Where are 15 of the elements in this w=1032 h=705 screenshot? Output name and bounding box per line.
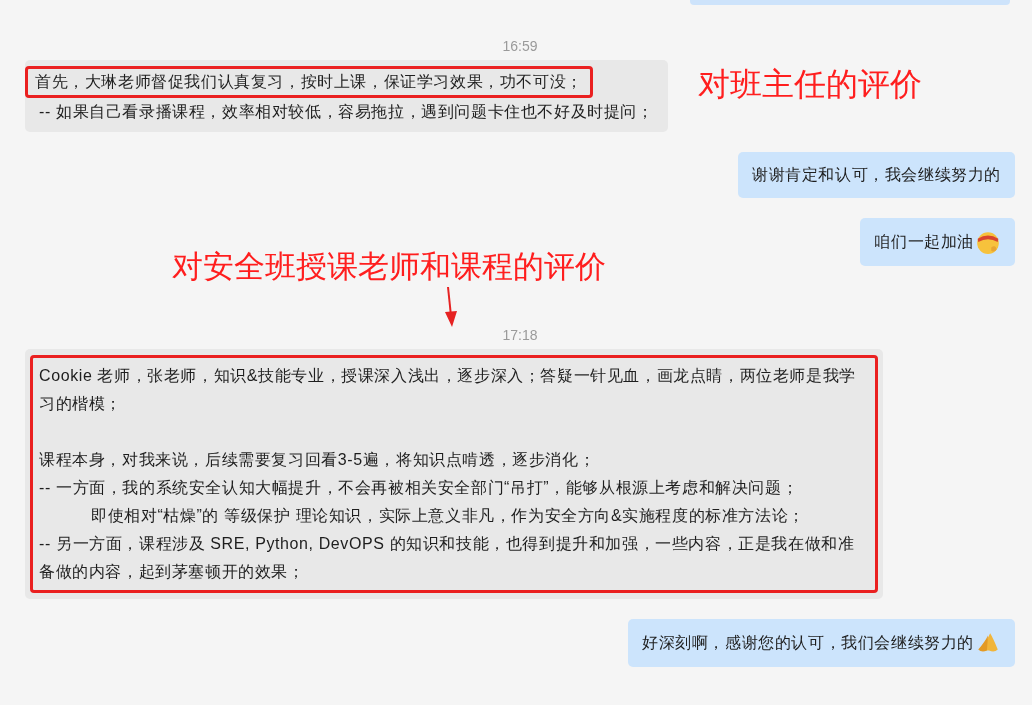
annotation-text: 对安全班授课老师和课程的评价 — [172, 248, 606, 286]
timestamp: 17:18 — [502, 326, 538, 344]
message-text: -- 如果自己看录播课程，效率相对较低，容易拖拉，遇到问题卡住也不好及时提问； — [39, 102, 654, 122]
message-text: Cookie 老师，张老师，知识&技能专业，授课深入浅出，逐步深入；答疑一针见血，画龙点睛，两位老师是我学习的楷模； — [39, 366, 857, 414]
message-text: -- 一方面，我的系统安全认知大幅提升，不会再被相关安全部门“吊打”，能够从根源上考虑和解决问题； — [39, 478, 800, 498]
message-text: 课程本身，对我来说，后续需要复习回看3-5遍，将知识点啃透，逐步消化； — [39, 450, 597, 470]
message-text: 咱们一起加油 — [874, 232, 974, 252]
message-text: 谢谢肯定和认可，我会继续努力的 — [752, 165, 1001, 185]
annotation-text: 对班主任的评价 — [697, 65, 922, 104]
message-text: 即使相对“枯燥”的 等级保护 理论知识，实际上意义非凡，作为安全方向&实施程度的标准方法论； — [90, 506, 806, 526]
message-text: 首先，大琳老师督促我们认真复习，按时上课，保证学习效果，功不可没； — [25, 66, 593, 98]
message-text: 好深刻啊，感谢您的认可，我们会继续努力的 — [642, 633, 974, 653]
timestamp: 16:59 — [502, 37, 538, 55]
message-text: -- 另一方面，课程涉及 SRE, Python, DevOPS 的知识和技能，也得到提升和加强，一些内容，正是我在做和准备做的内容，起到茅塞顿开的效果； — [39, 534, 856, 582]
emoji-icon — [975, 229, 1001, 255]
